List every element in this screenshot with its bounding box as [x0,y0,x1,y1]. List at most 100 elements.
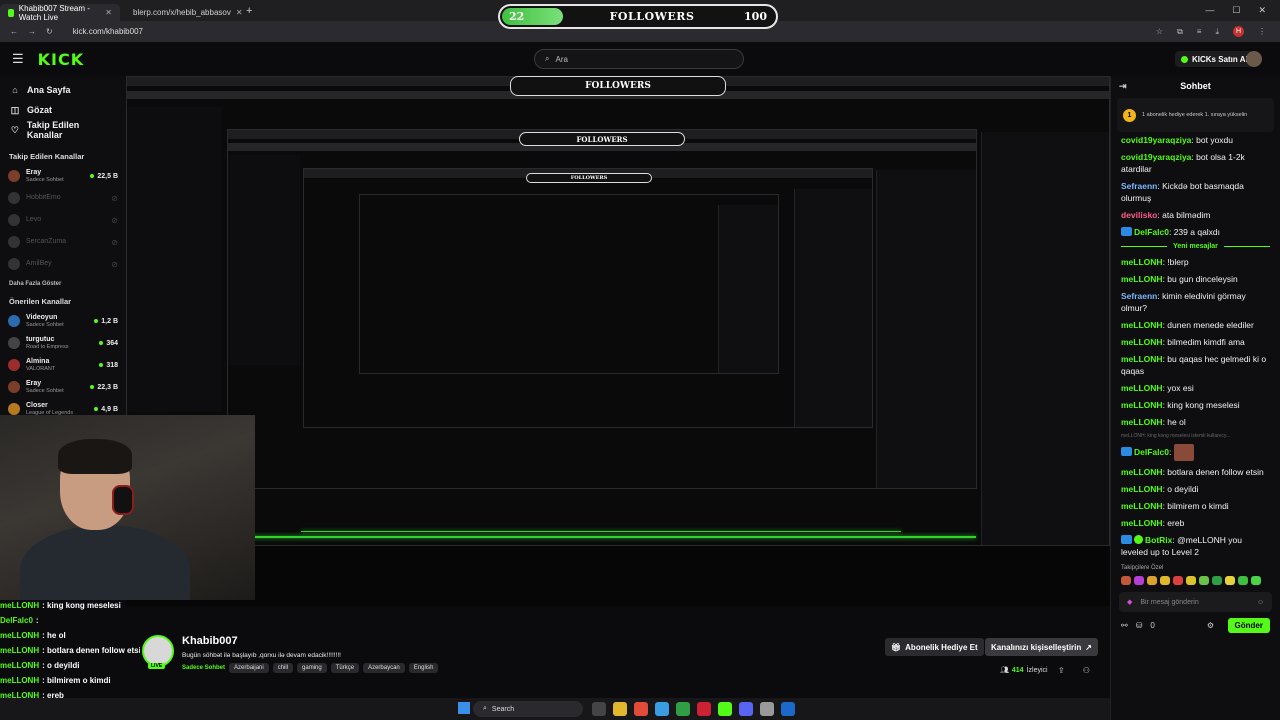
recommended-channel[interactable]: Almina VALORANT 318 [0,354,126,376]
chat-username[interactable]: meLLONH [1121,257,1163,267]
emote-icon[interactable] [1238,576,1248,585]
reload-icon[interactable]: ↻ [46,27,53,36]
chat-username[interactable]: meLLONH [1121,400,1163,410]
close-icon[interactable]: ✕ [105,8,112,17]
chat-input[interactable]: ◆ Bir mesaj gönderin ☺ [1119,592,1272,612]
chrome-icon[interactable] [634,702,648,716]
taskbar-search[interactable]: ⌕ Search [473,701,583,717]
menu-icon[interactable]: ≡ [1197,27,1202,36]
browser-tab-blerp[interactable]: blerp.com/x/hebib_abbasov ✕ [120,4,243,21]
star-icon[interactable]: ☆ [1156,27,1163,36]
followed-channel[interactable]: AmilBey ⊘ [0,253,126,275]
chat-username[interactable]: covid19yaraqziya [1121,135,1191,145]
emote-picker-icon[interactable]: ◆ [1127,598,1132,606]
settings-icon[interactable]: ⚙ [1207,621,1214,630]
user-add-icon[interactable]: ⚇ [1083,666,1090,675]
emote-icon[interactable] [1212,576,1222,585]
chat-username[interactable]: meLLONH [1121,383,1163,393]
chat-username[interactable]: BotRix [1145,535,1172,545]
minimize-icon[interactable]: — [1205,5,1214,16]
emote-icon[interactable] [1147,576,1157,585]
windows-start-icon[interactable] [458,702,470,714]
steam-icon[interactable] [781,702,795,716]
forward-icon[interactable]: → [28,27,36,36]
emoji-icon[interactable]: ☺ [1257,599,1264,606]
back-icon[interactable]: ← [10,27,18,36]
stream-video[interactable]: FOLLOWERS FOLLOWERS FOLLOWERS [126,76,1110,606]
chat-username[interactable]: meLLONH [1121,354,1163,364]
search-input[interactable]: ⌕ Ara [534,49,744,69]
show-more-link[interactable]: Daha Fazla Göster [0,275,126,293]
followed-channel[interactable]: Eray Sadece Sohbet 22,5 B [0,165,126,187]
maximize-icon[interactable]: ☐ [1232,5,1240,16]
collapse-chat-icon[interactable]: ⇥ [1119,81,1127,92]
emote-icon[interactable] [1225,576,1235,585]
chat-username[interactable]: DelFalc0 [1134,447,1169,457]
emote-icon[interactable] [1186,576,1196,585]
recommended-channel[interactable]: turgutuc Road to Empress 364 [0,332,126,354]
chat-username[interactable]: meLLONH [1121,320,1163,330]
discord-icon[interactable] [739,702,753,716]
chat-username[interactable]: devilisko [1121,210,1157,220]
stream-tag[interactable]: Türkçe [330,663,360,673]
stream-tag[interactable]: Azerbaijani [229,663,269,673]
followed-channel[interactable]: Levo ⊘ [0,209,126,231]
emote-icon[interactable] [1199,576,1209,585]
chat-username[interactable]: covid19yaraqziya [1121,152,1191,162]
recommended-channel[interactable]: Videoyun Sadece Sohbet 1,2 B [0,310,126,332]
points-icon[interactable]: ⛁ [1136,621,1143,630]
stream-tag[interactable]: English [408,663,439,673]
kick-logo[interactable]: KICK [38,50,85,69]
streamer-name[interactable]: Khabib007 [182,635,238,647]
nav-home[interactable]: ⌂ Ana Sayfa [0,80,126,100]
chat-username[interactable]: meLLONH [1121,484,1163,494]
stream-tag[interactable]: chill [272,663,294,673]
followed-channel[interactable]: HobbitEmo ⊘ [0,187,126,209]
gift-subscription-button[interactable]: 🎁︎ Abonelik Hediye Et [885,638,984,656]
emote-icon[interactable] [1160,576,1170,585]
emote-icon[interactable] [1251,576,1261,585]
chat-username[interactable]: meLLONH [1121,501,1163,511]
stream-tag[interactable]: Azerbaycan [363,663,405,673]
chat-username[interactable]: meLLONH [1121,337,1163,347]
kick-icon[interactable] [718,702,732,716]
profile-avatar[interactable]: H [1233,26,1244,37]
chat-rules-icon[interactable]: ⚯ [1121,621,1128,630]
download-icon[interactable]: ⤓ [1215,27,1219,37]
chat-username[interactable]: Sefraenn [1121,291,1157,301]
chat-username[interactable]: meLLONH [1121,274,1163,284]
taskview-icon[interactable] [592,702,606,716]
browser-tab-kick[interactable]: Khabib007 Stream - Watch Live ✕ [0,4,120,22]
chat-username[interactable]: meLLONH [1121,518,1163,528]
new-tab-icon[interactable]: + [240,5,258,17]
user-avatar[interactable] [1246,51,1262,67]
chat-username[interactable]: DelFalc0 [1134,227,1169,237]
app-icon[interactable] [760,702,774,716]
more-icon[interactable]: ⋮ [1258,27,1266,36]
send-button[interactable]: Gönder [1227,618,1270,633]
close-window-icon[interactable]: ✕ [1258,5,1266,16]
nav-following[interactable]: ♡ Takip Edilen Kanallar [0,120,126,140]
url-field[interactable]: kick.com/khabib007 [73,27,143,36]
app-icon[interactable] [697,702,711,716]
chat-username[interactable]: meLLONH [1121,417,1163,427]
buy-kicks-button[interactable]: KICKs Satın Al [1175,51,1254,67]
share-icon[interactable]: ⇪ [1058,666,1065,675]
emote-icon[interactable] [1121,576,1131,585]
emote-icon[interactable] [1134,576,1144,585]
xbox-icon[interactable] [676,702,690,716]
followed-channel[interactable]: SercanZuma ⊘ [0,231,126,253]
pinned-gift-banner[interactable]: 1 1 abonelik hediye ederek 1. sıraya yük… [1117,98,1274,132]
chat-username[interactable]: meLLONH [1121,467,1163,477]
recommended-channel[interactable]: Eray Sadece Sohbet 22,3 B [0,376,126,398]
nav-browse[interactable]: ◫ Gözat [0,100,126,120]
customize-channel-button[interactable]: Kanalınızı kişiselleştirin ↗ [985,638,1098,656]
emote-icon[interactable] [1173,576,1183,585]
chat-username[interactable]: Sefraenn [1121,181,1157,191]
extensions-icon[interactable]: ⧉ [1177,27,1183,37]
edge-icon[interactable] [655,702,669,716]
stream-tag[interactable]: gaming [297,663,327,673]
hamburger-menu-icon[interactable]: ☰ [12,51,24,67]
stream-category[interactable]: Sadece Sohbet [182,665,225,671]
folder-icon[interactable] [613,702,627,716]
